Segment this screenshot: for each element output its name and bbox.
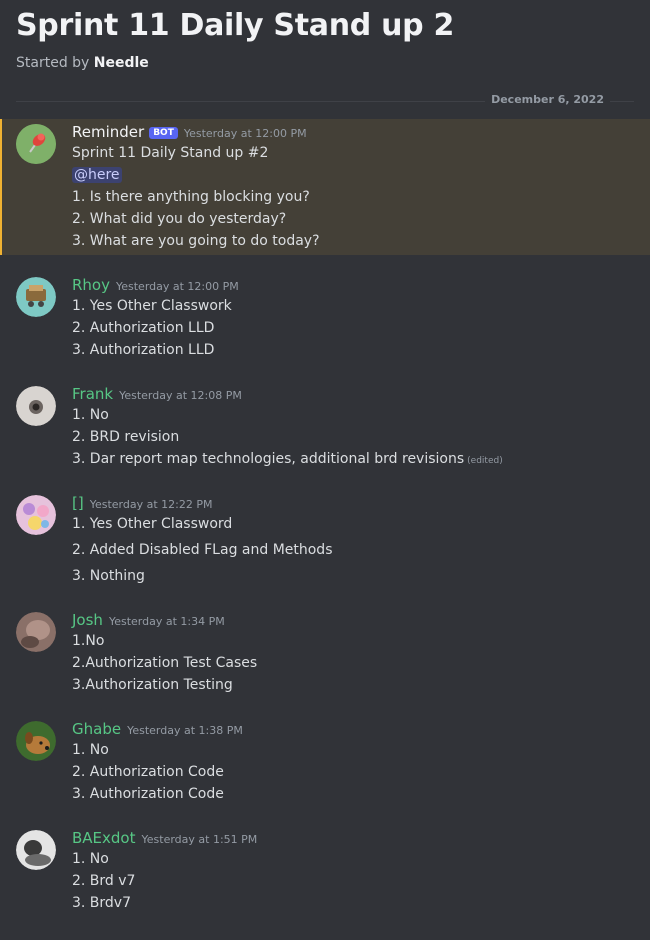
message-line: 1.No bbox=[72, 633, 105, 649]
message-author[interactable]: Josh bbox=[72, 611, 103, 629]
message-timestamp[interactable]: Yesterday at 12:22 PM bbox=[90, 498, 213, 511]
message-line: 1. Yes Other Classword bbox=[72, 516, 233, 532]
message-author[interactable]: Rhoy bbox=[72, 276, 110, 294]
message-header: Rhoy Yesterday at 12:00 PM bbox=[72, 275, 239, 294]
message-line: 3. Authorization Code bbox=[72, 786, 224, 802]
avatar[interactable] bbox=[16, 277, 56, 317]
message-timestamp[interactable]: Yesterday at 1:51 PM bbox=[142, 833, 258, 846]
message-line: 2. Brd v7 bbox=[72, 873, 136, 889]
message-line: 2. BRD revision bbox=[72, 429, 180, 445]
avatar[interactable] bbox=[16, 612, 56, 652]
message-baexdot[interactable]: BAExdot Yesterday at 1:51 PM 1. No 2. Brd… bbox=[0, 825, 650, 917]
thread-started-by: Started by Needle bbox=[16, 55, 149, 71]
message-line: 2. Added Disabled FLag and Methods bbox=[72, 542, 333, 558]
message-line-edited: 3. Dar report map technologies, addition… bbox=[72, 451, 503, 467]
message-brackets[interactable]: [] Yesterday at 12:22 PM 1. Yes Other Cla… bbox=[0, 490, 650, 590]
message-line: 3. What are you going to do today? bbox=[72, 233, 320, 249]
avatar[interactable] bbox=[16, 495, 56, 535]
message-line: 2. Authorization LLD bbox=[72, 320, 215, 336]
message-line: 1. No bbox=[72, 742, 109, 758]
message-header: Reminder BOT Yesterday at 12:00 PM bbox=[72, 122, 307, 141]
message-line: 3. Dar report map technologies, addition… bbox=[72, 451, 465, 467]
here-mention[interactable]: @here bbox=[72, 167, 122, 183]
avatar[interactable] bbox=[16, 386, 56, 426]
message-josh[interactable]: Josh Yesterday at 1:34 PM 1.No 2.Authoriz… bbox=[0, 607, 650, 699]
message-frank[interactable]: Frank Yesterday at 12:08 PM 1. No 2. BRD … bbox=[0, 381, 650, 473]
message-line: 1. No bbox=[72, 407, 109, 423]
message-timestamp[interactable]: Yesterday at 12:08 PM bbox=[119, 389, 242, 402]
message-timestamp[interactable]: Yesterday at 1:34 PM bbox=[109, 615, 225, 628]
message-author[interactable]: Reminder bbox=[72, 123, 144, 141]
started-by-prefix: Started by bbox=[16, 55, 90, 71]
message-timestamp[interactable]: Yesterday at 12:00 PM bbox=[184, 127, 307, 140]
message-line: 1. Is there anything blocking you? bbox=[72, 189, 310, 205]
message-line: Sprint 11 Daily Stand up #2 bbox=[72, 145, 269, 161]
message-timestamp[interactable]: Yesterday at 1:38 PM bbox=[127, 724, 243, 737]
message-author[interactable]: Frank bbox=[72, 385, 113, 403]
message-header: Ghabe Yesterday at 1:38 PM bbox=[72, 719, 243, 738]
message-timestamp[interactable]: Yesterday at 12:00 PM bbox=[116, 280, 239, 293]
thread-title: Sprint 11 Daily Stand up 2 bbox=[16, 8, 455, 43]
date-divider-label: December 6, 2022 bbox=[485, 93, 610, 106]
message-line: 2. What did you do yesterday? bbox=[72, 211, 287, 227]
message-line: 1. No bbox=[72, 851, 109, 867]
message-header: Josh Yesterday at 1:34 PM bbox=[72, 610, 225, 629]
edited-marker: (edited) bbox=[467, 456, 503, 466]
message-header: Frank Yesterday at 12:08 PM bbox=[72, 384, 242, 403]
message-line: 3.Authorization Testing bbox=[72, 677, 233, 693]
message-line: 3. Nothing bbox=[72, 568, 145, 584]
message-line: 1. Yes Other Classwork bbox=[72, 298, 232, 314]
avatar[interactable] bbox=[16, 124, 56, 164]
message-line: 2. Authorization Code bbox=[72, 764, 224, 780]
message-line: 3. Brdv7 bbox=[72, 895, 132, 911]
message-ghabe[interactable]: Ghabe Yesterday at 1:38 PM 1. No 2. Autho… bbox=[0, 716, 650, 808]
pushpin-icon bbox=[16, 124, 56, 164]
message-reminder[interactable]: Reminder BOT Yesterday at 12:00 PM Sprint … bbox=[0, 119, 650, 255]
message-line: 3. Authorization LLD bbox=[72, 342, 215, 358]
avatar[interactable] bbox=[16, 721, 56, 761]
message-header: [] Yesterday at 12:22 PM bbox=[72, 493, 213, 512]
message-line: 2.Authorization Test Cases bbox=[72, 655, 258, 671]
message-header: BAExdot Yesterday at 1:51 PM bbox=[72, 828, 257, 847]
message-author[interactable]: [] bbox=[72, 494, 84, 512]
message-rhoy[interactable]: Rhoy Yesterday at 12:00 PM 1. Yes Other C… bbox=[0, 272, 650, 364]
avatar[interactable] bbox=[16, 830, 56, 870]
message-mention-line: @here bbox=[72, 167, 122, 183]
thread-author[interactable]: Needle bbox=[94, 55, 149, 71]
message-author[interactable]: Ghabe bbox=[72, 720, 121, 738]
message-author[interactable]: BAExdot bbox=[72, 829, 136, 847]
bot-badge: BOT bbox=[149, 127, 178, 139]
